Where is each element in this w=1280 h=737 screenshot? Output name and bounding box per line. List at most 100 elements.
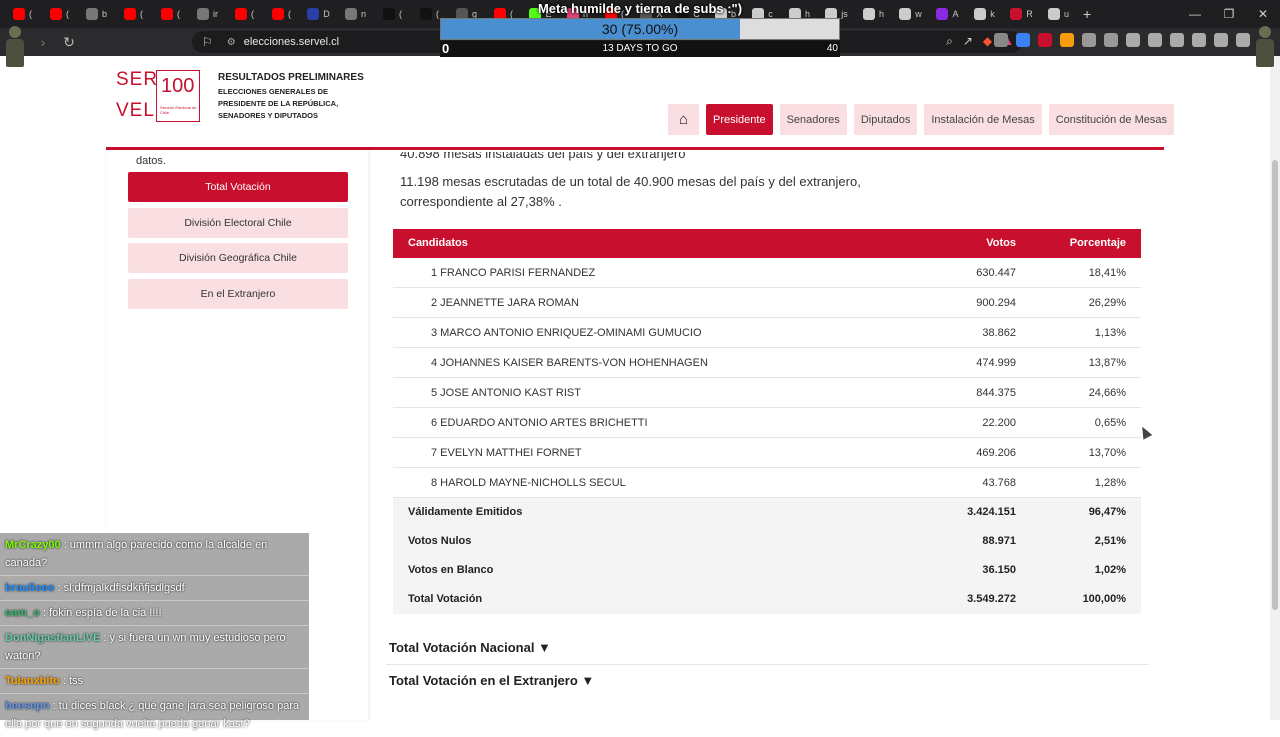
candidate-name: 7 EVELYN MATTHEI FORNET [431,447,582,459]
table-row: 2 JEANNETTE JARA ROMAN 900.294 26,29% [393,288,1141,318]
candidate-percentage: 1,13% [1094,327,1126,339]
puzzle-icon[interactable] [1082,33,1096,47]
close-icon[interactable]: ✕ [1246,0,1280,28]
totals-row: Válidamente Emitidos 3.424.151 96,47% [393,498,1141,527]
header-votos: Votos [986,237,1016,249]
candidate-votes: 43.768 [982,477,1016,489]
browser-tab[interactable]: ( [263,0,300,28]
candidate-percentage: 1,28% [1094,477,1126,489]
tab-label: js [841,9,848,19]
tab-label: ( [140,9,143,19]
toggle-votacion-extranjero[interactable]: Total Votación en el Extranjero ▼ [389,673,594,688]
minimize-icon[interactable]: — [1178,0,1212,28]
sidebar-division-geografica[interactable]: División Geográfica Chile [128,243,348,273]
mesas-instaladas-text: 40.898 mesas instaladas del país y del e… [400,152,685,168]
tab-label: ( [288,9,291,19]
candidate-name: 2 JEANNETTE JARA ROMAN [431,297,579,309]
tab-label: ( [29,9,32,19]
zoom-icon[interactable]: ⌕ [946,34,953,49]
candidate-votes: 469.206 [976,447,1016,459]
sidebar-extranjero[interactable]: En el Extranjero [128,279,348,309]
maximize-icon[interactable]: ❐ [1212,0,1246,28]
nav-senadores[interactable]: Senadores [779,104,847,135]
tab-label: R [1026,9,1033,19]
sidebar-icon[interactable] [1148,33,1162,47]
brave-shield-icon[interactable]: ◆ [983,34,992,49]
chat-username: beesepn [5,700,50,712]
chat-message: beesepn : tu dices black ¿ qué gane jara… [0,694,309,737]
reload-icon[interactable]: ↻ [56,30,82,54]
browser-tab[interactable]: k [966,0,1003,28]
nav-constitucion-mesas[interactable]: Constitución de Mesas [1048,104,1174,135]
tab-label: ( [251,9,254,19]
chat-text: : sl;dfmjalkdflsdkñfjsdlgsdf [54,582,185,594]
screenshot-icon[interactable] [1104,33,1118,47]
totals-row: Total Votación 3.549.272 100,00% [393,585,1141,614]
bookmark-icon[interactable]: ⚐ [202,35,213,49]
browser-tab[interactable]: ( [152,0,189,28]
browser-tab[interactable]: ir [189,0,226,28]
toggle-votacion-nacional[interactable]: Total Votación Nacional ▼ [389,640,551,655]
home-icon[interactable]: ⌂ [668,104,699,135]
new-tab-icon[interactable]: + [1083,6,1091,22]
translate-icon[interactable] [994,33,1008,47]
browser-tab[interactable]: ( [226,0,263,28]
total-label: Votos en Blanco [408,564,494,576]
logo-text-top: SER [116,69,159,90]
tab-label: ( [177,9,180,19]
logo-emblem: 100 Servicio Electoral de Chile [156,70,200,122]
sidebar-intro-text: datos. [136,155,166,167]
window-controls: — ❐ ✕ [1178,0,1280,28]
forward-icon[interactable]: › [30,30,56,54]
candidate-percentage: 0,65% [1094,417,1126,429]
url-text[interactable]: elecciones.servel.cl [244,36,339,48]
browser-tab[interactable]: ( [4,0,41,28]
chat-message: DonNigastianLIVE : y si fuera un wn muy … [0,626,309,669]
sidebar-total-votacion[interactable]: Total Votación [128,172,348,202]
total-votes: 36.150 [982,564,1016,576]
candidate-name: 3 MARCO ANTONIO ENRIQUEZ-OMINAMI GUMUCIO [431,327,702,339]
browser-tab[interactable]: A [929,0,966,28]
browser-tab[interactable]: R [1003,0,1040,28]
browser-tab[interactable]: ( [115,0,152,28]
tab-label: k [990,9,995,19]
chat-text: : tu dices black ¿ qué gane jara sea pel… [5,700,300,730]
nav-presidente[interactable]: Presidente [706,104,773,135]
tab-favicon-icon [50,8,62,20]
browser-tab[interactable]: ( [374,0,411,28]
page-scrollbar[interactable] [1270,56,1280,720]
total-percentage: 96,47% [1088,506,1126,518]
menu-icon[interactable] [1236,33,1250,47]
browser-tab[interactable]: u [1040,0,1077,28]
browser-tab[interactable]: ( [41,0,78,28]
total-votes: 88.971 [982,535,1016,547]
nav-diputados[interactable]: Diputados [853,104,918,135]
mesas-instaladas-label: 40.898 mesas instaladas del país y del e… [400,152,686,161]
vpn-icon[interactable] [1214,33,1228,47]
tab-favicon-icon [85,8,98,20]
ublock-icon[interactable] [1038,33,1052,47]
tab-label: h [878,9,884,19]
candidate-percentage: 13,70% [1088,447,1126,459]
browser-tab[interactable]: D [300,0,337,28]
sidebar-division-electoral[interactable]: División Electoral Chile [128,208,348,238]
music-icon[interactable] [1126,33,1140,47]
wallet-icon[interactable] [1170,33,1184,47]
browser-tab[interactable]: h [855,0,892,28]
chat-message: eam_o : fokin espía de la cia !!!! [0,601,309,626]
logo-number: 100 [161,75,195,97]
share-icon[interactable]: ↗ [963,34,973,49]
servel-logo[interactable]: SER VEL 100 Servicio Electoral de Chile [116,68,202,124]
site-info-icon[interactable]: ⚙ [227,37,236,48]
browser-tab[interactable]: w [892,0,929,28]
nav-instalacion-mesas[interactable]: Instalación de Mesas [924,104,1042,135]
download-icon[interactable] [1192,33,1206,47]
extension-icon[interactable] [1060,33,1074,47]
wifi-icon[interactable] [1016,33,1030,47]
tab-favicon-icon [420,8,432,20]
browser-tab[interactable]: b [78,0,115,28]
scrollbar-thumb[interactable] [1272,160,1278,610]
browser-tab[interactable]: n [337,0,374,28]
total-percentage: 1,02% [1094,564,1126,576]
sub-goal-count: 30 (75.00%) [601,21,679,37]
